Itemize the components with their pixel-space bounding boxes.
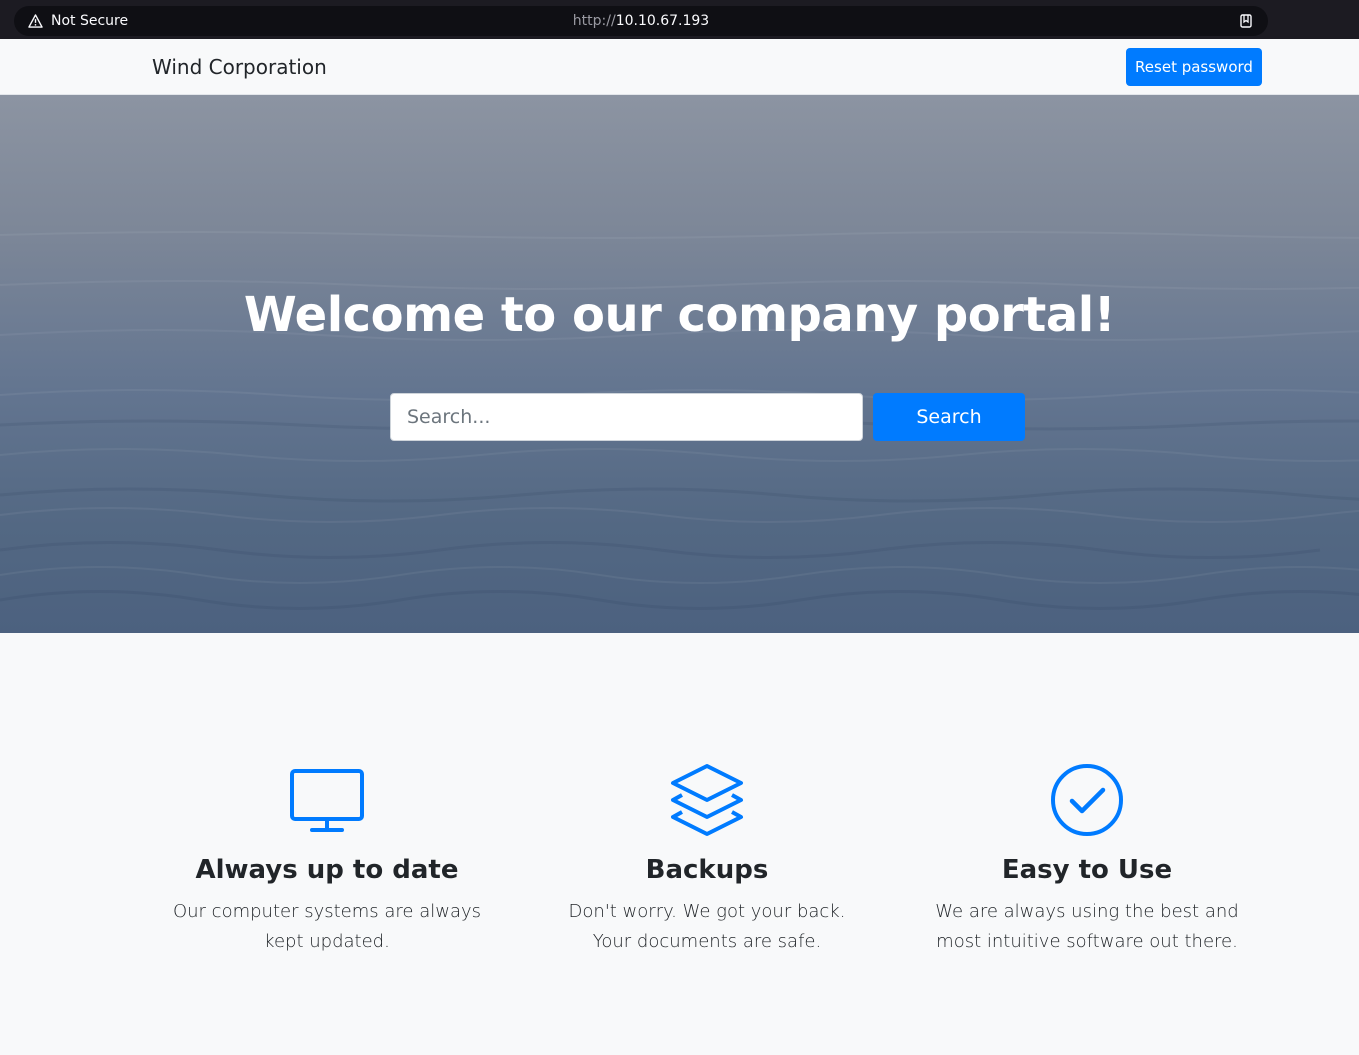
reader-view-icon[interactable] xyxy=(1238,13,1254,29)
feature-easy-to-use: Easy to Use We are always using the best… xyxy=(927,763,1247,957)
feature-text: Our computer systems are always kept upd… xyxy=(172,901,482,952)
feature-always-up-to-date: Always up to date Our computer systems a… xyxy=(167,763,487,957)
feature-title: Backups xyxy=(645,855,769,885)
feature-title: Easy to Use xyxy=(1001,855,1173,885)
search-input[interactable] xyxy=(390,393,863,441)
feature-title: Always up to date xyxy=(195,855,459,885)
feature-text: Don't worry. We got your back. Your docu… xyxy=(568,901,846,952)
layers-icon xyxy=(671,764,743,836)
search-button[interactable]: Search xyxy=(873,393,1025,441)
feature-backups: Backups Don't worry. We got your back. Y… xyxy=(547,763,867,957)
hero-title: Welcome to our company portal! xyxy=(243,287,1116,343)
hero-background-image xyxy=(0,95,1359,633)
monitor-icon xyxy=(290,769,364,832)
site-navbar: Wind Corporation Reset password xyxy=(0,39,1359,95)
feature-text: We are always using the best and most in… xyxy=(935,901,1239,952)
brand-name[interactable]: Wind Corporation xyxy=(152,55,327,79)
address-bar[interactable]: Not Secure http://10.10.67.193 xyxy=(14,6,1268,36)
url-protocol: http:// xyxy=(572,13,616,29)
browser-toolbar: Not Secure http://10.10.67.193 xyxy=(0,0,1359,39)
hero-section: Welcome to our company portal! Search xyxy=(0,95,1359,633)
url-text[interactable]: http://10.10.67.193 xyxy=(14,6,1268,36)
features-section: Always up to date Our computer systems a… xyxy=(0,633,1359,1055)
reset-password-button[interactable]: Reset password xyxy=(1126,48,1262,86)
url-host: 10.10.67.193 xyxy=(615,13,710,29)
check-circle-icon xyxy=(1051,764,1123,836)
